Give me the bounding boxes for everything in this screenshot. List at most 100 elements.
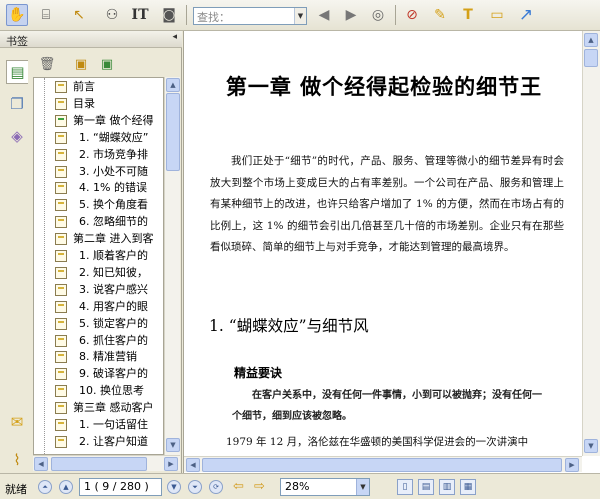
facing-view-icon[interactable]: ▥ <box>439 479 455 495</box>
bookmark-icon <box>55 266 67 279</box>
bookmark-item[interactable]: 2. 知已知彼， <box>34 265 163 281</box>
bookmark-item[interactable]: 第一章 做个经得 <box>34 113 163 129</box>
next-page-icon[interactable]: ▼ <box>167 480 181 494</box>
note-icon[interactable]: ✎ <box>429 4 451 26</box>
chevron-down-icon[interactable]: ▼ <box>356 479 369 495</box>
layers-tab-icon[interactable]: ◈ <box>6 124 28 148</box>
bookmark-icon <box>55 165 67 178</box>
last-page-icon[interactable]: ⏷ <box>188 480 202 494</box>
page-number-input[interactable]: 1 ( 9 / 280 ) <box>79 478 162 496</box>
zoom-value: 28% <box>285 480 310 493</box>
bookmark-item[interactable]: 前言 <box>34 79 163 95</box>
bookmark-item[interactable]: 6. 忽略细节的 <box>34 214 163 230</box>
scroll-down-icon[interactable]: ▼ <box>584 439 598 453</box>
scroll-left-icon[interactable]: ◀ <box>186 458 200 472</box>
scroll-right-icon[interactable]: ▶ <box>565 458 579 472</box>
text-box-icon[interactable]: T <box>457 4 479 26</box>
scroll-right-icon[interactable]: ▶ <box>164 457 178 471</box>
new-bookmark-icon[interactable]: ▣ <box>71 54 91 74</box>
document-horizontal-scrollbar[interactable]: ◀ ▶ <box>184 456 582 472</box>
document-vertical-scrollbar[interactable]: ▲ ▼ <box>582 31 600 456</box>
body-paragraph: 我们正处于“细节”的时代，产品、服务、管理等微小的细节差异有时会放大到整个市场上… <box>210 155 564 253</box>
attachments-tab-icon[interactable]: ⌇ <box>6 448 28 472</box>
chevron-down-icon[interactable]: ▼ <box>294 8 306 24</box>
tree-guide-line <box>44 78 45 454</box>
bookmark-item[interactable]: 4. 用客户的眼 <box>34 299 163 315</box>
scroll-down-icon[interactable]: ▼ <box>166 438 180 452</box>
bookmark-item[interactable]: 第三章 感动客户 <box>34 400 163 416</box>
arrow-icon[interactable]: ↗ <box>515 4 537 26</box>
bookmark-icon <box>55 97 67 110</box>
prev-page-icon[interactable]: ▲ <box>59 480 73 494</box>
bookmark-label: 5. 锁定客户的 <box>79 316 148 330</box>
text-select-icon[interactable]: IT <box>129 4 151 26</box>
tree-horizontal-scrollbar[interactable]: ◀ ▶ <box>33 455 180 471</box>
bookmark-label: 2. 让客户知道 <box>79 434 148 448</box>
scroll-up-icon[interactable]: ▲ <box>166 78 180 92</box>
single-page-view-icon[interactable]: ▯ <box>397 479 413 495</box>
binoculars-icon[interactable]: ⚇ <box>101 4 123 26</box>
search-input[interactable]: 查找： ▼ <box>193 7 307 25</box>
select-text-icon[interactable]: ⌸ <box>35 4 57 26</box>
zoom-select[interactable]: 28% ▼ <box>280 478 370 496</box>
search-options-icon[interactable]: ◎ <box>367 4 389 26</box>
bookmark-label: 第三章 感动客户 <box>73 401 154 415</box>
bookmark-item[interactable]: 3. 小处不可随 <box>34 164 163 180</box>
first-page-icon[interactable]: ⏶ <box>38 480 52 494</box>
pointer-icon[interactable]: ↖ <box>68 4 90 26</box>
bookmark-item[interactable]: 3. 说客户感兴 <box>34 282 163 298</box>
scroll-left-icon[interactable]: ◀ <box>34 457 48 471</box>
bookmark-item[interactable]: 1. 顺着客户的 <box>34 248 163 264</box>
bookmark-tree: 前言 目录 第一章 做个经得 1. “蝴蝶效应” 2. 市场竞争排 3. 小处不可随 4. … <box>33 77 164 455</box>
bookmark-label: 5. 换个角度看 <box>79 198 148 212</box>
scroll-thumb[interactable] <box>51 457 147 471</box>
bookmark-toolbar: 🗑 ▣ ▣ <box>33 51 181 77</box>
document-view[interactable]: 第一章 做个经得起检验的细节王 我们正处于“细节”的时代，产品、服务、管理等微小… <box>183 31 600 473</box>
delete-bookmark-icon[interactable]: 🗑 <box>37 54 57 74</box>
bookmark-item[interactable]: 第二章 进入到客 <box>34 231 163 247</box>
scroll-up-icon[interactable]: ▲ <box>584 33 598 47</box>
bookmark-item[interactable]: 1. “蝴蝶效应” <box>34 130 163 146</box>
expand-bookmark-icon[interactable]: ▣ <box>97 54 117 74</box>
prev-result-icon[interactable]: ◀ <box>313 4 335 26</box>
pages-tab-icon[interactable]: ❐ <box>6 92 28 116</box>
collapse-panel-icon[interactable]: ◂ <box>172 32 177 42</box>
bookmark-item[interactable]: 10. 换位思考 <box>34 383 163 399</box>
bookmark-item[interactable]: 9. 破译客户的 <box>34 366 163 382</box>
bookmarks-tab-icon[interactable]: ▤ <box>6 60 28 84</box>
body-paragraph-2: 1979 年 12 月，洛伦兹在华盛顿的美国科学促进会的一次讲演中 <box>226 436 529 448</box>
attachment-icon[interactable]: ⊘ <box>401 4 423 26</box>
comment-icon[interactable]: ▭ <box>486 4 508 26</box>
scroll-thumb[interactable] <box>166 93 180 171</box>
bookmark-icon <box>55 419 67 431</box>
document-page: 第一章 做个经得起检验的细节王 我们正处于“细节”的时代，产品、服务、管理等微小… <box>196 31 572 456</box>
bookmark-icon <box>55 216 67 229</box>
bookmark-item[interactable]: 2. 市场竞争排 <box>34 147 163 163</box>
next-result-icon[interactable]: ▶ <box>340 4 362 26</box>
bookmark-item[interactable]: 4. 1% 的错误 <box>34 180 163 196</box>
toolbar-divider <box>395 5 396 25</box>
go-forward-icon[interactable]: ⇨ <box>254 479 265 494</box>
continuous-view-icon[interactable]: ▤ <box>418 479 434 495</box>
bookmark-item[interactable]: 8. 精准营销 <box>34 349 163 365</box>
bookmark-item[interactable]: 目录 <box>34 96 163 112</box>
tree-vertical-scrollbar[interactable]: ▲ ▼ <box>164 77 180 455</box>
bookmark-label: 4. 用客户的眼 <box>79 299 148 313</box>
bookmark-item[interactable]: 2. 让客户知道 <box>34 434 163 450</box>
page-indicator: 1 ( 9 / 280 ) <box>84 480 149 493</box>
bookmark-icon <box>55 199 67 212</box>
hand-tool-icon[interactable]: ✋ <box>6 4 28 26</box>
go-back-icon[interactable]: ⇦ <box>233 479 244 494</box>
bookmark-label: 1. 一句话留住 <box>79 418 148 431</box>
snapshot-icon[interactable]: ◙ <box>158 4 180 26</box>
scroll-thumb[interactable] <box>584 49 598 67</box>
refresh-icon[interactable]: ⟳ <box>209 480 223 494</box>
continuous-facing-view-icon[interactable]: ▦ <box>460 479 476 495</box>
comments-tab-icon[interactable]: ✉ <box>6 410 28 434</box>
toolbar: ✋ ⌸ ↖ ⚇ IT ◙ 查找： ▼ ◀ ▶ ◎ ⊘ ✎ T ▭ ↗ <box>0 0 600 31</box>
bookmark-item[interactable]: 6. 抓住客户的 <box>34 333 163 349</box>
scroll-thumb[interactable] <box>202 458 562 472</box>
bookmark-item[interactable]: 5. 锁定客户的 <box>34 316 163 332</box>
bookmark-item[interactable]: 1. 一句话留住 <box>34 417 163 433</box>
bookmark-item[interactable]: 5. 换个角度看 <box>34 197 163 213</box>
